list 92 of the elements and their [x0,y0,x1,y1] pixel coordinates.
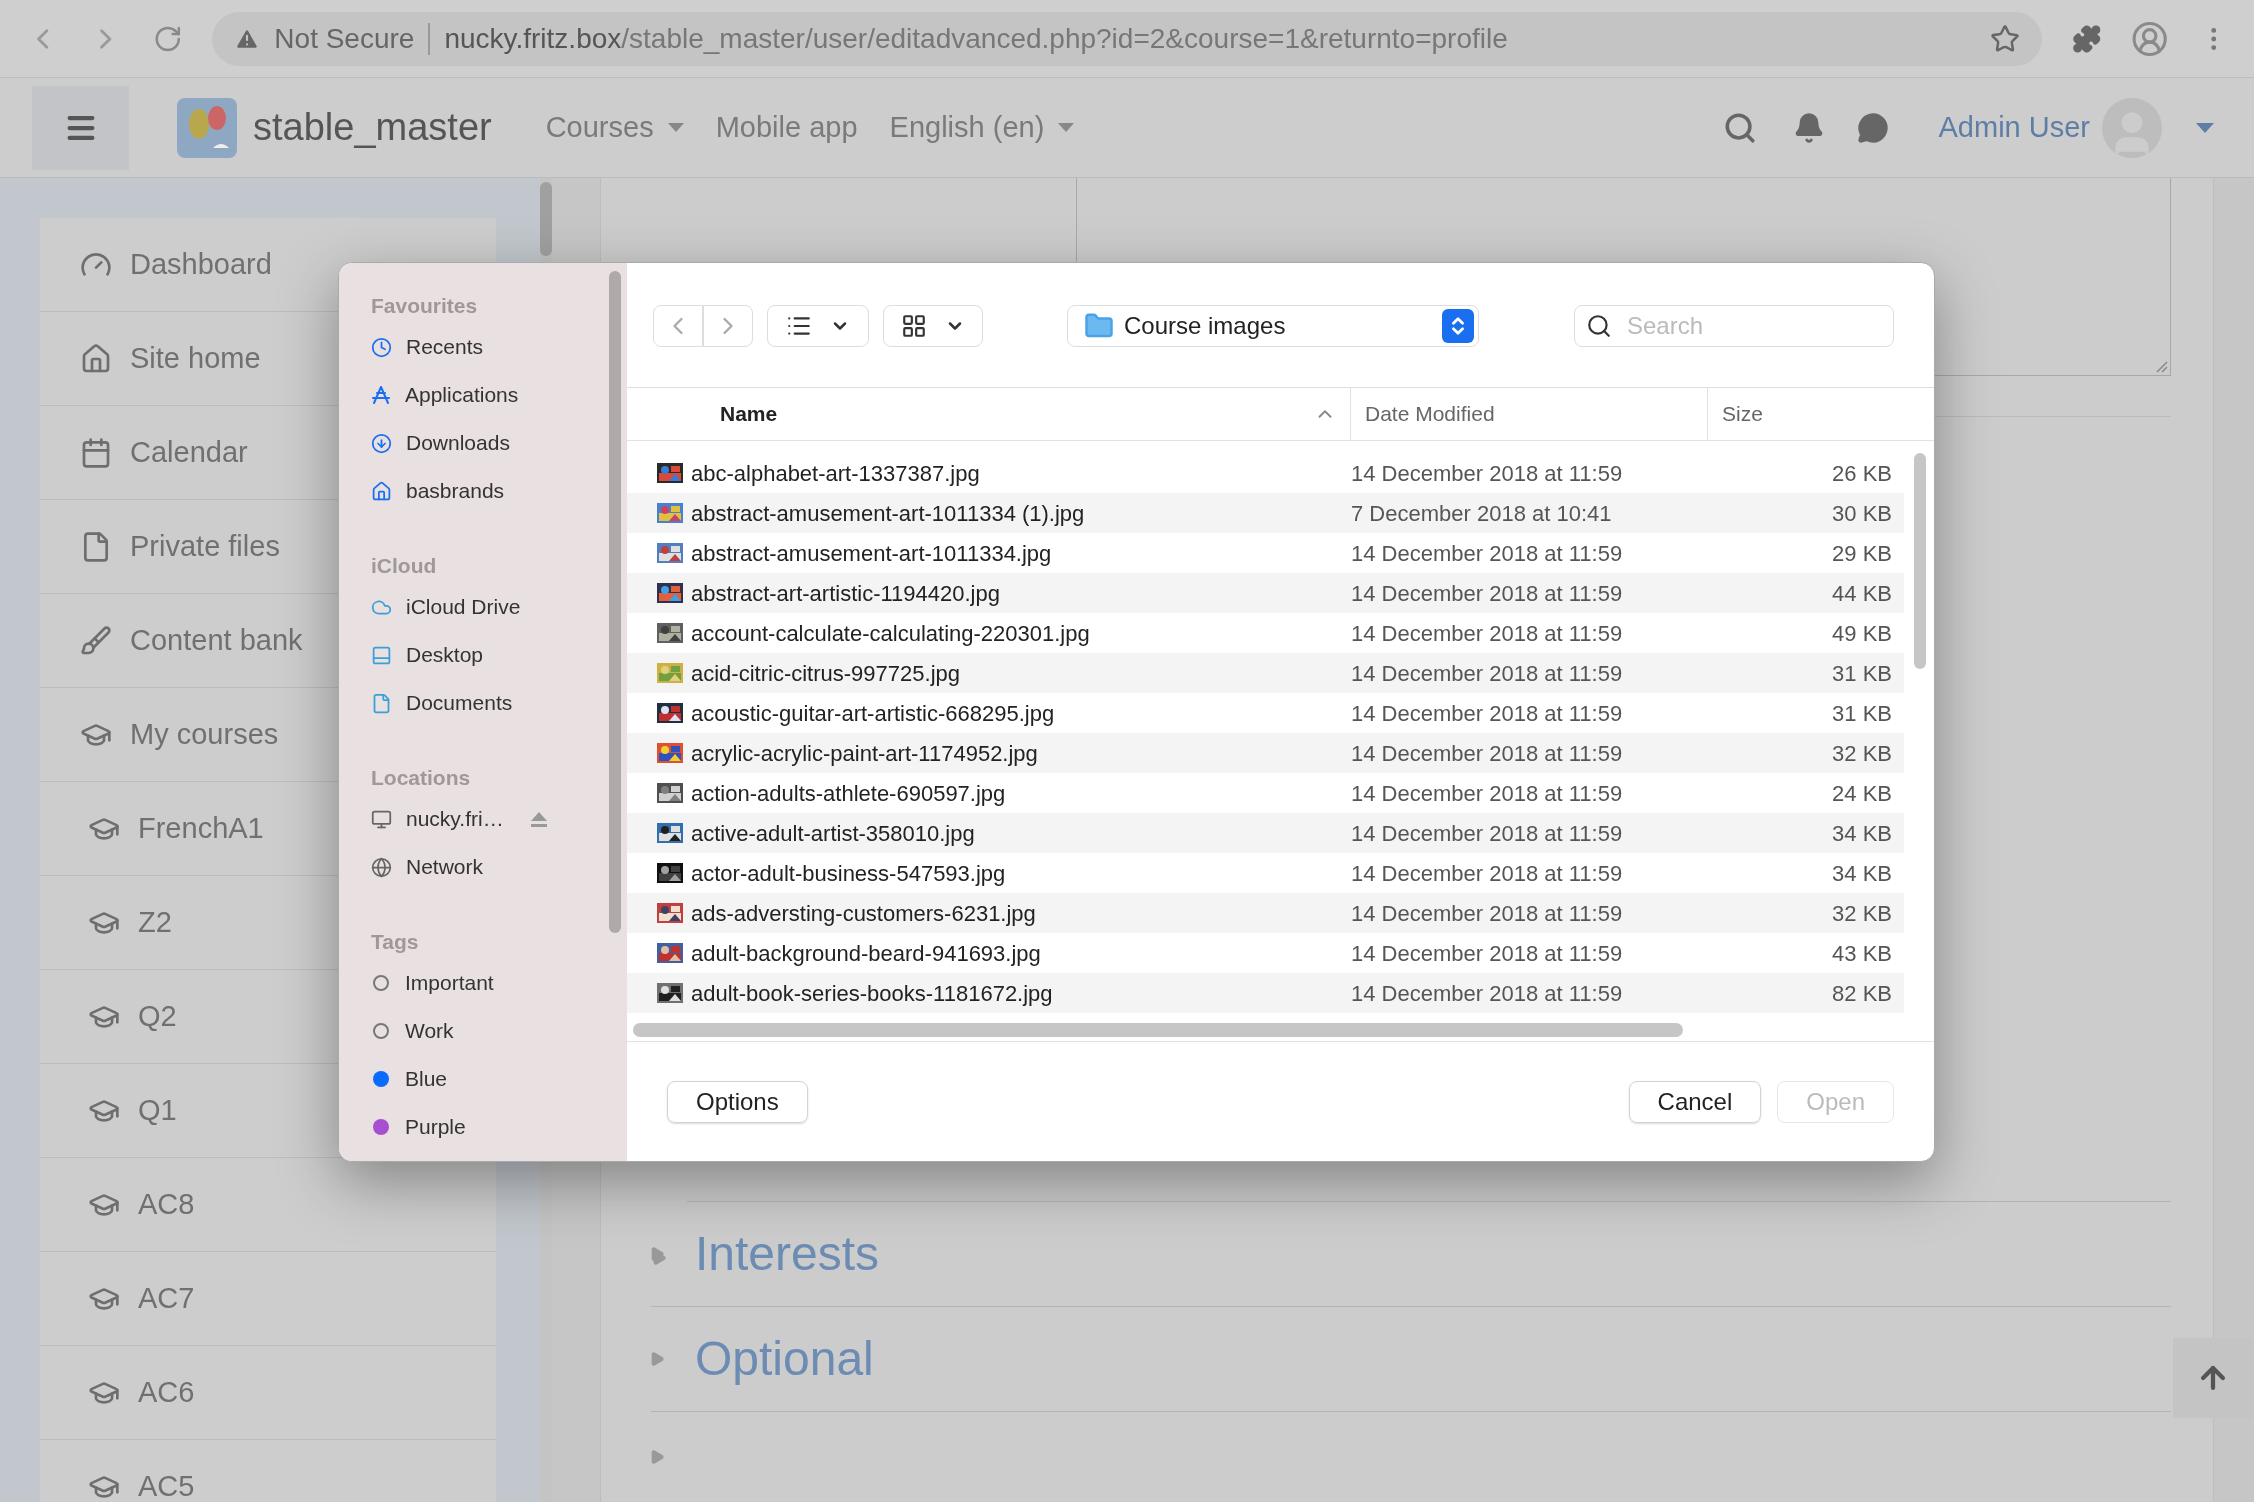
globe-icon [371,856,392,878]
file-name: acoustic-guitar-art-artistic-668295.jpg [691,699,1056,728]
file-name: abstract-amusement-art-1011334 (1).jpg [691,499,1086,528]
file-row[interactable]: ads-adversting-customers-6231.jpg 14 December 2018 at 11:59 32 KB [627,893,1904,933]
column-header[interactable]: Date Modified [1351,388,1708,440]
apps-icon [371,385,391,405]
grid-icon [901,313,927,339]
expand-arrow-icon[interactable] [649,1447,665,1467]
file-date: 14 December 2018 at 11:59 [1351,459,1624,488]
download-icon [371,432,392,454]
grid-view-button[interactable] [883,305,983,347]
sidebar-group-title: iCloud [371,553,438,580]
file-date: 14 December 2018 at 11:59 [1351,859,1624,888]
back-button[interactable] [653,305,703,347]
file-size: 34 KB [1831,819,1893,848]
file-name: abstract-art-artistic-1194420.jpg [691,579,1001,608]
file-name: action-adults-athlete-690597.jpg [691,779,1007,808]
file-row[interactable]: acrylic-acrylic-paint-art-1174952.jpg 14 December 2018 at 11:59 32 KB [627,733,1904,773]
column-header[interactable]: Name [627,388,1351,440]
site-name[interactable]: stable_master [253,99,492,156]
desktop-icon [371,644,392,666]
search-icon[interactable] [1722,110,1757,145]
document-icon [371,692,392,714]
stepper-icon [1442,309,1474,343]
resize-handle-icon [2154,359,2168,374]
file-name: acid-citric-citrus-997725.jpg [691,659,961,688]
file-row[interactable]: acid-citric-citrus-997725.jpg 14 December 2018 at 11:59 31 KB [627,653,1904,693]
file-name: abstract-amusement-art-1011334.jpg [691,539,1053,568]
dialog-button[interactable]: Options [667,1080,808,1123]
calendar-icon [80,436,112,469]
file-size: 32 KB [1831,739,1893,768]
search-field[interactable]: Search [1574,305,1894,347]
file-size: 30 KB [1831,499,1893,528]
caret-icon[interactable] [2196,122,2214,133]
file-name: abc-alphabet-art-1337387.jpg [691,459,981,488]
extensions-icon[interactable] [2071,23,2102,54]
file-name: adult-background-beard-941693.jpg [691,939,1042,968]
file-size: 34 KB [1831,859,1893,888]
menu-button[interactable] [32,85,129,170]
file-name: account-calculate-calculating-220301.jpg [691,619,1091,648]
file-row[interactable]: active-adult-artist-358010.jpg 14 December 2018 at 11:59 34 KB [627,813,1904,853]
bookmark-star-icon[interactable] [1989,23,2020,54]
computer-icon [371,808,392,830]
profile-icon[interactable] [2131,19,2169,58]
file-date: 14 December 2018 at 11:59 [1351,699,1624,728]
address-bar[interactable]: Not Secure nucky.fritz.box/stable_master/user/editadvanced.php?id=2&course=1&returnto=profile [212,11,2042,66]
brush-icon [80,624,112,657]
file-date: 14 December 2018 at 11:59 [1351,739,1624,768]
url-text: nucky.fritz.box/stable_master/user/editadvanced.php?id=2&course=1&returnto=profile [444,21,1508,56]
search-icon [1586,313,1612,339]
file-size: 24 KB [1831,779,1893,808]
column-header[interactable]: Size [1708,388,1934,440]
file-date: 14 December 2018 at 11:59 [1351,819,1624,848]
file-name: adult-book-series-books-1181672.jpg [691,979,1054,1008]
home-icon [80,342,112,375]
messages-icon[interactable] [1856,111,1889,144]
file-name: ads-adversting-customers-6231.jpg [691,899,1037,928]
file-size: 26 KB [1831,459,1893,488]
file-date: 14 December 2018 at 11:59 [1351,579,1624,608]
eject-icon[interactable] [529,811,548,827]
file-size: 49 KB [1831,619,1893,648]
logo-icon [177,97,237,158]
file-row[interactable]: adult-book-series-books-1181672.jpg 14 December 2018 at 11:59 82 KB [627,973,1904,1013]
file-date: 14 December 2018 at 11:59 [1351,619,1624,648]
file-date: 7 December 2018 at 10:41 [1351,499,1613,528]
location-popup[interactable]: Course images [1067,305,1479,347]
dialog-button[interactable]: Cancel [1628,1080,1762,1123]
file-row[interactable]: abstract-art-artistic-1194420.jpg 14 December 2018 at 11:59 44 KB [627,573,1904,613]
forward-button[interactable] [703,305,753,347]
file-size: 43 KB [1831,939,1893,968]
file-date: 14 December 2018 at 11:59 [1351,899,1624,928]
expand-arrow-icon[interactable] [649,1349,665,1369]
file-row[interactable]: abstract-amusement-art-1011334 (1).jpg 7 December 2018 at 10:41 30 KB [627,493,1904,533]
file-size: 31 KB [1831,699,1893,728]
file-name: acrylic-acrylic-paint-art-1174952.jpg [691,739,1039,768]
file-name: active-adult-artist-358010.jpg [691,819,976,848]
file-date: 14 December 2018 at 11:59 [1351,539,1624,568]
file-size: 82 KB [1831,979,1893,1008]
file-size: 29 KB [1831,539,1893,568]
file-date: 14 December 2018 at 11:59 [1351,659,1624,688]
clock-icon [371,336,392,358]
file-date: 14 December 2018 at 11:59 [1351,939,1624,968]
file-date: 14 December 2018 at 11:59 [1351,779,1624,808]
list-view-button[interactable] [767,305,869,347]
security-label: Not Secure [274,21,415,56]
file-name: actor-adult-business-547593.jpg [691,859,1007,888]
file-date: 14 December 2018 at 11:59 [1351,979,1624,1008]
file-size: 44 KB [1831,579,1893,608]
home-icon [371,480,392,502]
sidebar-group-title: Tags [371,929,420,956]
file-size: 32 KB [1831,899,1893,928]
file-size: 31 KB [1831,659,1893,688]
